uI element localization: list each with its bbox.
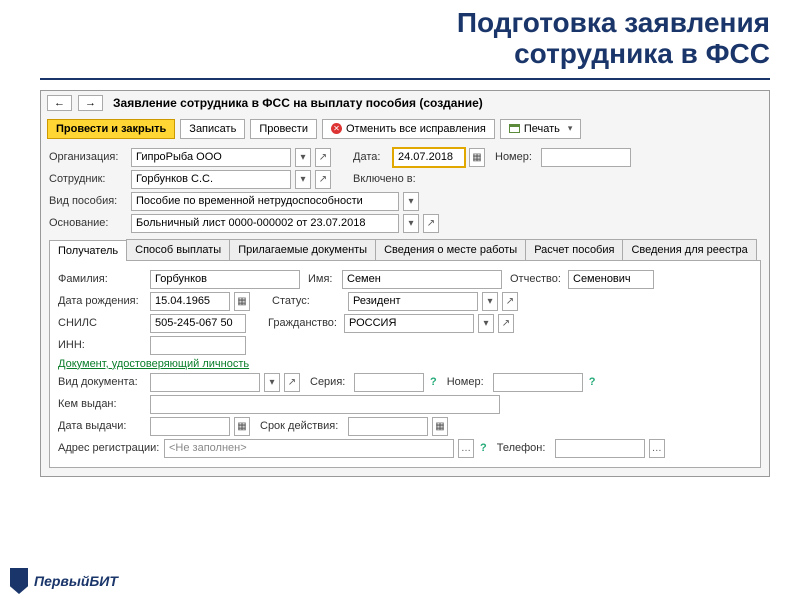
brand-text: ПервыйБИТ [34, 573, 118, 589]
submit-button[interactable]: Провести [250, 119, 317, 139]
window-title: Заявление сотрудника в ФСС на выплату по… [113, 96, 483, 110]
tab-work-info[interactable]: Сведения о месте работы [375, 239, 526, 260]
issue-date-label: Дата выдачи: [58, 420, 146, 432]
issue-date-input[interactable] [150, 417, 230, 436]
doc-series-label: Серия: [310, 376, 350, 388]
slide-title-line2: сотрудника в ФСС [514, 38, 770, 69]
phone-label: Телефон: [497, 442, 551, 454]
cancel-fixes-label: Отменить все исправления [346, 123, 486, 135]
expiry-input[interactable] [348, 417, 428, 436]
citizenship-label: Гражданство: [268, 317, 340, 329]
date-input[interactable] [393, 148, 465, 167]
tab-registry-info[interactable]: Сведения для реестра [622, 239, 756, 260]
toolbar: Провести и закрыть Записать Провести ✕ О… [41, 115, 769, 143]
status-open-icon[interactable]: ↗ [502, 292, 518, 311]
brand-flag-icon [10, 568, 28, 594]
benefit-type-label: Вид пособия: [49, 195, 127, 207]
doc-type-open-icon[interactable]: ↗ [284, 373, 300, 392]
series-help-icon[interactable]: ? [430, 376, 437, 388]
basis-open-icon[interactable]: ↗ [423, 214, 439, 233]
reg-address-input[interactable]: <Не заполнен> [164, 439, 454, 458]
cancel-fixes-button[interactable]: ✕ Отменить все исправления [322, 119, 495, 139]
nav-forward-button[interactable]: → [78, 95, 103, 111]
status-label: Статус: [272, 295, 344, 307]
status-input[interactable] [348, 292, 478, 311]
date-calendar-icon[interactable]: ▦ [469, 148, 485, 167]
reg-address-help-icon[interactable]: ? [480, 442, 487, 454]
org-open-icon[interactable]: ↗ [315, 148, 331, 167]
basis-dropdown-icon[interactable]: ▾ [403, 214, 419, 233]
org-input[interactable] [131, 148, 291, 167]
citizenship-dropdown-icon[interactable]: ▾ [478, 314, 494, 333]
tab-attached-docs[interactable]: Прилагаемые документы [229, 239, 376, 260]
issued-by-label: Кем выдан: [58, 398, 146, 410]
number-help-icon[interactable]: ? [589, 376, 596, 388]
number-input[interactable] [541, 148, 631, 167]
tab-payment-method[interactable]: Способ выплаты [126, 239, 230, 260]
doc-type-label: Вид документа: [58, 376, 146, 388]
employee-dropdown-icon[interactable]: ▾ [295, 170, 311, 189]
lastname-label: Фамилия: [58, 273, 146, 285]
employee-label: Сотрудник: [49, 173, 127, 185]
expiry-calendar-icon[interactable]: ▦ [432, 417, 448, 436]
form-body: Организация: ▾ ↗ Дата: ▦ Номер: Сотрудни… [41, 143, 769, 476]
dob-calendar-icon[interactable]: ▦ [234, 292, 250, 311]
phone-more-icon[interactable]: … [649, 439, 665, 458]
app-window: ← → Заявление сотрудника в ФСС на выплат… [40, 90, 770, 477]
phone-input[interactable] [555, 439, 645, 458]
employee-input[interactable] [131, 170, 291, 189]
inn-input[interactable] [150, 336, 246, 355]
snils-input[interactable] [150, 314, 246, 333]
print-label: Печать [524, 123, 560, 135]
basis-input[interactable] [131, 214, 399, 233]
firstname-input[interactable] [342, 270, 502, 289]
patronymic-input[interactable] [568, 270, 654, 289]
date-label: Дата: [353, 151, 389, 163]
doc-number-input[interactable] [493, 373, 583, 392]
issue-date-calendar-icon[interactable]: ▦ [234, 417, 250, 436]
footer-brand: ПервыйБИТ [10, 568, 118, 594]
slide-title-line1: Подготовка заявления [457, 7, 770, 38]
reg-address-label: Адрес регистрации: [58, 442, 160, 454]
citizenship-open-icon[interactable]: ↗ [498, 314, 514, 333]
number-label: Номер: [495, 151, 537, 163]
issued-by-input[interactable] [150, 395, 500, 414]
benefit-type-dropdown-icon[interactable]: ▾ [403, 192, 419, 211]
employee-open-icon[interactable]: ↗ [315, 170, 331, 189]
tab-content: Фамилия: Имя: Отчество: Дата рождения: ▦… [49, 261, 761, 468]
inn-label: ИНН: [58, 339, 146, 351]
doc-type-dropdown-icon[interactable]: ▾ [264, 373, 280, 392]
org-dropdown-icon[interactable]: ▾ [295, 148, 311, 167]
citizenship-input[interactable] [344, 314, 474, 333]
status-dropdown-icon[interactable]: ▾ [482, 292, 498, 311]
cancel-icon: ✕ [331, 123, 342, 134]
dob-input[interactable] [150, 292, 230, 311]
org-label: Организация: [49, 151, 127, 163]
tabs: Получатель Способ выплаты Прилагаемые до… [49, 239, 761, 261]
dob-label: Дата рождения: [58, 295, 146, 307]
id-doc-link[interactable]: Документ, удостоверяющий личность [58, 358, 249, 370]
save-button[interactable]: Записать [180, 119, 245, 139]
basis-label: Основание: [49, 217, 127, 229]
tab-benefit-calc[interactable]: Расчет пособия [525, 239, 623, 260]
nav-back-button[interactable]: ← [47, 95, 72, 111]
snils-label: СНИЛС [58, 317, 146, 329]
doc-number-label: Номер: [447, 376, 489, 388]
print-button[interactable]: Печать [500, 119, 582, 139]
doc-series-input[interactable] [354, 373, 424, 392]
tab-recipient[interactable]: Получатель [49, 240, 127, 261]
print-icon [509, 124, 520, 133]
firstname-label: Имя: [308, 273, 338, 285]
submit-close-button[interactable]: Провести и закрыть [47, 119, 175, 139]
patronymic-label: Отчество: [510, 273, 564, 285]
reg-address-more-icon[interactable]: … [458, 439, 474, 458]
benefit-type-input[interactable] [131, 192, 399, 211]
title-divider [40, 78, 770, 80]
window-header: ← → Заявление сотрудника в ФСС на выплат… [41, 91, 769, 115]
expiry-label: Срок действия: [260, 420, 344, 432]
lastname-input[interactable] [150, 270, 300, 289]
included-label: Включено в: [353, 173, 423, 185]
doc-type-input[interactable] [150, 373, 260, 392]
